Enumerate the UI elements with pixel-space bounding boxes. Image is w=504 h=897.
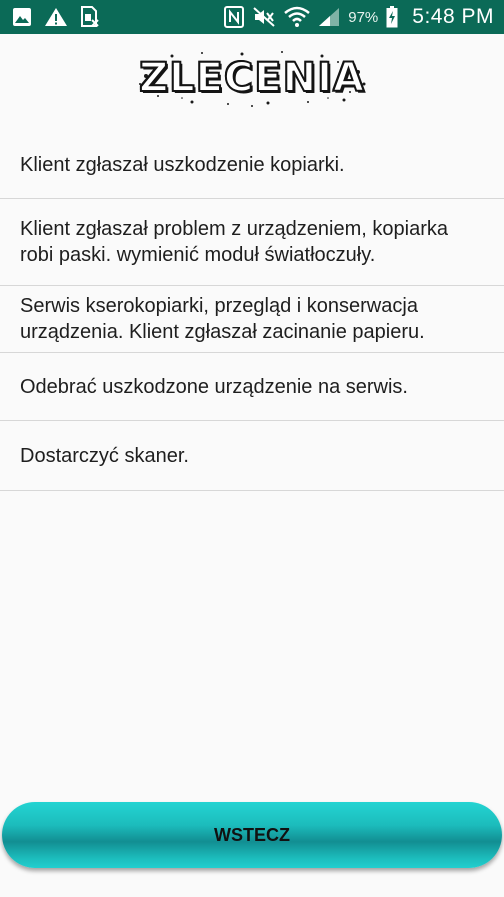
order-item[interactable]: Odebrać uszkodzone urządzenie na serwis. [0, 353, 504, 421]
warning-icon [44, 7, 68, 27]
clock: 5:48 PM [412, 5, 494, 28]
back-button[interactable]: WSTECZ [2, 802, 502, 868]
signal-icon [318, 7, 340, 27]
nfc-icon [224, 6, 245, 28]
status-bar-left [12, 6, 100, 28]
order-item[interactable]: Dostarczyć skaner. [0, 421, 504, 491]
status-bar-right: 97% 5:48 PM [224, 5, 494, 29]
order-text: Dostarczyć skaner. [20, 444, 189, 467]
status-bar: 97% 5:48 PM [0, 0, 504, 34]
order-text: Serwis kserokopiarki, przegląd i konserw… [20, 295, 425, 343]
battery-percent: 97% [348, 8, 379, 26]
order-text: Klient zgłaszał uszkodzenie kopiarki. [20, 153, 345, 176]
orders-list: Klient zgłaszał uszkodzenie kopiarki. Kl… [0, 131, 504, 491]
order-text: Klient zgłaszał problem z urządzeniem, k… [20, 218, 448, 266]
wifi-icon [284, 6, 311, 28]
order-item[interactable]: Serwis kserokopiarki, przegląd i konserw… [0, 286, 504, 353]
image-icon [12, 7, 32, 27]
logo-box: ZLECENIA [132, 48, 372, 108]
sim-icon [80, 6, 100, 28]
header-logo: ZLECENIA [0, 48, 504, 108]
order-text: Odebrać uszkodzone urządzenie na serwis. [20, 375, 408, 398]
logo-title: ZLECENIA [138, 54, 365, 102]
order-item[interactable]: Klient zgłaszał uszkodzenie kopiarki. [0, 131, 504, 199]
battery-icon [386, 6, 398, 28]
mute-icon [252, 6, 276, 28]
order-item[interactable]: Klient zgłaszał problem z urządzeniem, k… [0, 199, 504, 286]
